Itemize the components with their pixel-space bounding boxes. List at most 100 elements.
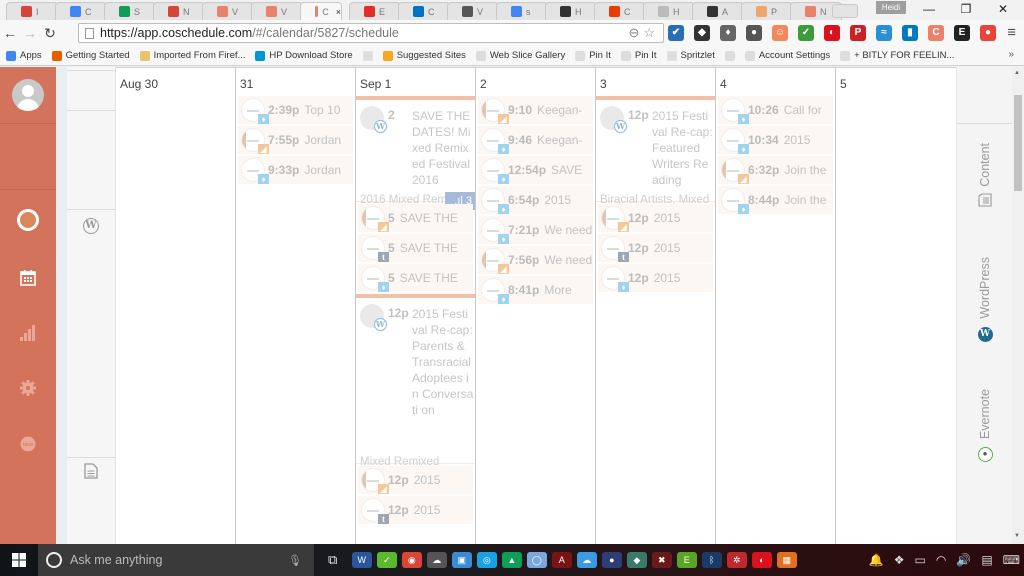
bookmark-item[interactable]: Account Settings: [744, 50, 830, 61]
coschedule-ext-icon[interactable]: C: [928, 25, 944, 41]
post-card[interactable]: ♦ 7:21p We need: [478, 216, 593, 244]
bluetooth-icon[interactable]: ᛒ: [701, 552, 722, 568]
evernote-icon[interactable]: ●: [746, 25, 762, 41]
bookmark-item[interactable]: Pin It: [575, 50, 611, 61]
post-card[interactable]: ♦ 10:26 Call for: [718, 96, 833, 124]
lamp-icon[interactable]: ♦: [720, 25, 736, 41]
browser-tab[interactable]: A: [692, 2, 744, 20]
onedrive-icon[interactable]: ☁: [426, 552, 447, 568]
browser-tab[interactable]: C ×: [300, 2, 342, 20]
bookmarks-overflow-button[interactable]: »: [1008, 49, 1014, 60]
google-drive-icon[interactable]: ▲: [501, 552, 522, 568]
browser-tab[interactable]: N: [153, 2, 205, 20]
browser-tab[interactable]: s: [496, 2, 548, 20]
bookmark-item[interactable]: [362, 50, 373, 61]
browser-tab[interactable]: V: [447, 2, 499, 20]
post-card[interactable]: ♦ 5 SAVE THE: [358, 264, 473, 292]
app-icon[interactable]: ▣: [451, 552, 472, 568]
grammar-check-icon[interactable]: ✓: [798, 25, 814, 41]
forward-button[interactable]: →: [20, 25, 40, 41]
browser-tab[interactable]: P: [741, 2, 793, 20]
hootsuite-icon[interactable]: ◆: [694, 25, 710, 41]
post-card[interactable]: ◢ 6:32p Join the: [718, 156, 833, 184]
network-error-icon[interactable]: ✖: [651, 552, 672, 568]
post-card[interactable]: ♦ 9:33p Jordan: [238, 156, 353, 184]
start-button[interactable]: [0, 553, 38, 567]
post-card[interactable]: ♦ 12:54p SAVE: [478, 156, 593, 184]
e-icon[interactable]: E: [954, 25, 970, 41]
post-card[interactable]: ♦ 8:41p More: [478, 276, 593, 304]
chrome-menu-icon[interactable]: ≡: [1007, 24, 1016, 41]
post-card[interactable]: ♦ 10:34 2015: [718, 126, 833, 154]
notification-bell-icon[interactable]: 🔔: [869, 553, 884, 567]
word-icon[interactable]: W: [351, 552, 372, 568]
app-icon[interactable]: ◯: [526, 552, 547, 568]
back-button[interactable]: ←: [0, 25, 20, 41]
dropbox-icon[interactable]: ❖: [894, 553, 905, 567]
red-circle-icon[interactable]: ●: [980, 25, 996, 41]
bookmark-item[interactable]: Imported From Firef...: [139, 50, 245, 61]
bookmark-item[interactable]: HP Download Store: [255, 50, 353, 61]
post-card[interactable]: t 12p 2015: [598, 234, 713, 262]
vertical-scrollbar[interactable]: ▲ ▼: [1012, 67, 1024, 544]
bookmark-item[interactable]: Suggested Sites: [382, 50, 466, 61]
post-card[interactable]: ◢ 12p 2015: [598, 204, 713, 232]
wordpress-tab[interactable]: WordPress W: [967, 257, 1003, 342]
icloud-icon[interactable]: ☁: [576, 552, 597, 568]
bookmark-item[interactable]: + BITLY FOR FEELIN...: [840, 50, 954, 61]
browser-tab[interactable]: H: [545, 2, 597, 20]
scrollbar-thumb[interactable]: [1014, 95, 1022, 191]
wifi-icon[interactable]: ◠: [936, 553, 946, 567]
calendar-nav[interactable]: [0, 262, 56, 292]
blog-post-card[interactable]: W 12p 2015 Festival Re-cap: Parents & Tran…: [356, 298, 475, 468]
trend-micro-icon[interactable]: ◐: [751, 552, 772, 568]
minimize-button[interactable]: —: [914, 2, 944, 16]
address-bar[interactable]: https://app.coschedule.com/#/calendar/58…: [78, 23, 664, 43]
trello-icon[interactable]: ▮: [902, 25, 918, 41]
post-card[interactable]: ♦ 2:39p Top 10: [238, 96, 353, 124]
browser-tab[interactable]: H: [643, 2, 695, 20]
app-icon[interactable]: ◆: [626, 552, 647, 568]
analytics-nav[interactable]: [0, 318, 56, 348]
post-card[interactable]: ♦ 8:44p Join the: [718, 186, 833, 214]
post-card[interactable]: ◢ 7:55p Jordan: [238, 126, 353, 154]
bookmark-item[interactable]: Getting Started: [51, 50, 130, 61]
post-card[interactable]: ♦ 9:46 Keegan-: [478, 126, 593, 154]
checklist-icon[interactable]: ✔: [668, 25, 684, 41]
browser-tab[interactable]: V: [251, 2, 303, 20]
post-card[interactable]: t 12p 2015: [358, 496, 473, 524]
chrome-icon[interactable]: ◉: [401, 552, 422, 568]
browser-tab[interactable]: C: [398, 2, 450, 20]
acrobat-icon[interactable]: A: [551, 552, 572, 568]
post-card[interactable]: ◢ 12p 2015: [358, 466, 473, 494]
new-features-nav[interactable]: NEW: [0, 429, 56, 459]
scroll-down-arrow[interactable]: ▼: [1014, 533, 1020, 539]
profile-button[interactable]: Heidi: [876, 1, 906, 14]
browser-tab[interactable]: C: [594, 2, 646, 20]
microphone-icon[interactable]: 🎙: [288, 554, 302, 567]
task-view-icon[interactable]: ⧉: [328, 552, 337, 568]
post-card[interactable]: t 5 SAVE THE: [358, 234, 473, 262]
volume-icon[interactable]: 🔊: [956, 553, 971, 567]
zoom-icon[interactable]: ⊖: [628, 25, 643, 40]
post-card[interactable]: ♦ 12p 2015: [598, 264, 713, 292]
bookmark-item[interactable]: [724, 50, 735, 61]
bookmark-item[interactable]: Pin It: [620, 50, 657, 61]
pinterest-icon[interactable]: P: [850, 25, 866, 41]
app-icon[interactable]: ▦: [776, 552, 797, 568]
evernote-tab[interactable]: Evernote ●: [967, 389, 1003, 463]
app-icon[interactable]: ✲: [726, 552, 747, 568]
blog-post-card[interactable]: W 12p 2015 Festival Re-cap: Featured Write…: [596, 100, 715, 206]
post-card[interactable]: ♦ 6:54p 2015: [478, 186, 593, 214]
trend-micro-icon[interactable]: ◐: [824, 25, 840, 41]
blue-wave-icon[interactable]: ≈: [876, 25, 892, 41]
app-icon[interactable]: ◎: [476, 552, 497, 568]
mailchimp-icon[interactable]: ☺: [772, 25, 788, 41]
evernote-icon[interactable]: E: [676, 552, 697, 568]
browser-tab[interactable]: S: [104, 2, 156, 20]
bookmark-item[interactable]: Spritzlet: [666, 50, 715, 61]
new-tab-button[interactable]: [832, 4, 858, 18]
dashboard-nav[interactable]: [0, 205, 56, 235]
cortana-search[interactable]: Ask me anything 🎙: [38, 544, 314, 576]
restore-button[interactable]: ❐: [951, 2, 981, 16]
